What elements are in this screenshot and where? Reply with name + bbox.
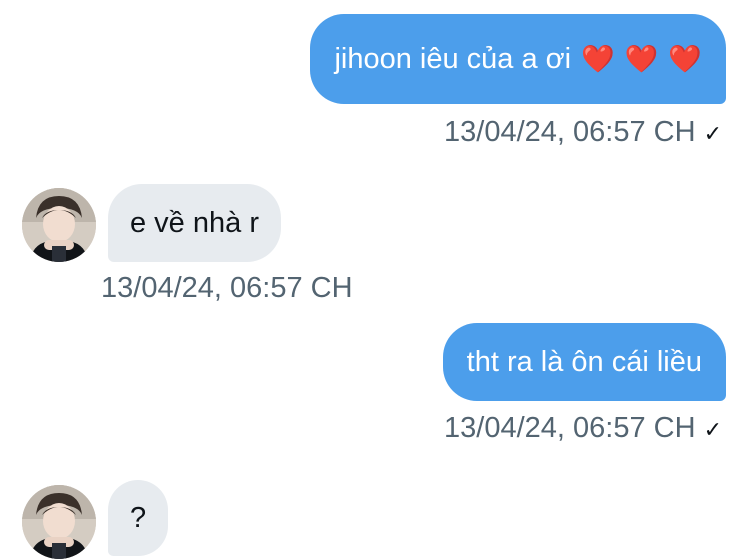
avatar[interactable] [22,188,96,262]
heart-emoji: ❤️ [668,43,702,74]
incoming-message-bubble[interactable]: e về nhà r [108,184,281,262]
message-text: ? [130,501,147,534]
message-text: jihoon iêu của a ơi [334,42,572,75]
heart-emoji: ❤️ [581,43,615,74]
timestamp-text: 13/04/24, 06:57 CH [444,116,696,148]
timestamp-text: 13/04/24, 06:57 CH [101,272,353,304]
message-timestamp: 13/04/24, 06:57 CH ✓ [444,118,722,147]
avatar-photo [22,188,96,262]
incoming-message-bubble[interactable]: ? [108,480,169,556]
outgoing-message-bubble[interactable]: tht ra là ôn cái liều [442,323,726,401]
message-timestamp: 13/04/24, 06:57 CH [101,274,353,303]
timestamp-text: 13/04/24, 06:57 CH [444,412,696,444]
avatar-photo [22,485,96,559]
check-icon: ✓ [703,121,722,146]
check-icon: ✓ [703,417,722,442]
outgoing-message-bubble[interactable]: jihoon iêu của a ơi ❤️ ❤️ ❤️ [310,14,726,104]
message-text: e về nhà r [130,206,259,239]
message-timestamp: 13/04/24, 06:57 CH ✓ [444,414,722,443]
heart-emoji: ❤️ [624,43,659,74]
message-text: tht ra là ôn cái liều [466,345,702,378]
avatar[interactable] [22,485,96,559]
chat-conversation: jihoon iêu của a ơi ❤️ ❤️ ❤️ 13/04/24, 0… [0,0,750,559]
